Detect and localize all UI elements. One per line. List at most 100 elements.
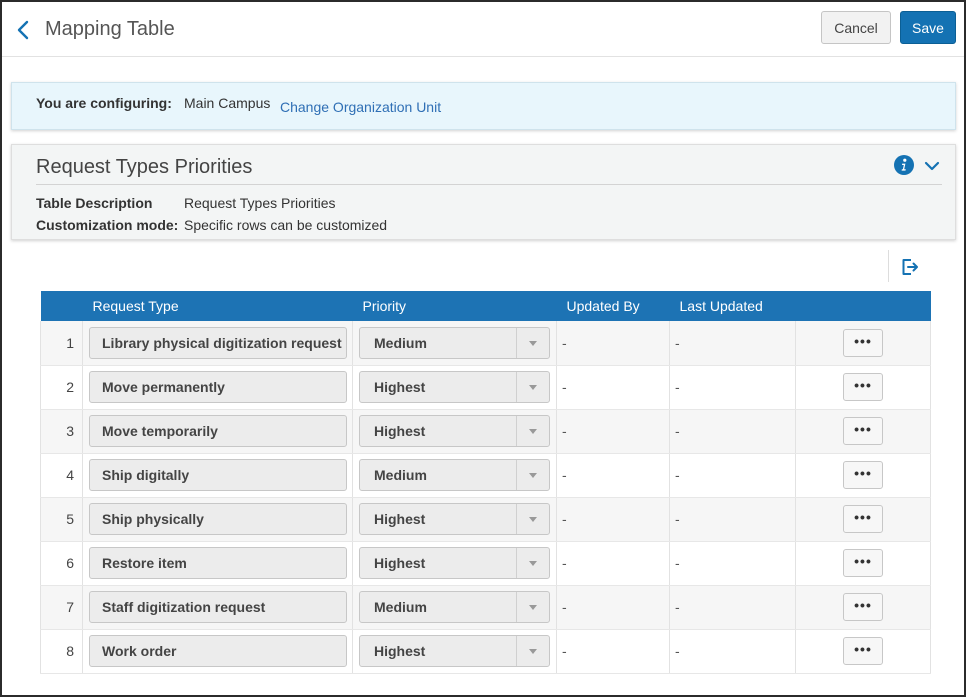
priority-select[interactable]: Highest: [359, 635, 550, 667]
caret-down-icon[interactable]: [516, 372, 549, 402]
chevron-left-icon[interactable]: [14, 18, 34, 42]
request-type-field: Staff digitization request: [89, 591, 347, 623]
column-header-actions: [795, 291, 931, 321]
request-type-field: Library physical digitization request: [89, 326, 347, 359]
table-row: 8 Work order Highest - - •••: [40, 629, 931, 674]
page-title: Mapping Table: [45, 18, 175, 40]
table-row: 3 Move temporarily Highest - - •••: [40, 409, 931, 454]
column-header-updated-by[interactable]: Updated By: [556, 291, 670, 321]
updated-by-cell: -: [556, 321, 670, 366]
last-updated-cell: -: [669, 365, 796, 410]
row-actions-button[interactable]: •••: [843, 328, 883, 357]
updated-by-cell: -: [556, 497, 670, 542]
table-row: 2 Move permanently Highest - - •••: [40, 365, 931, 410]
row-number: 8: [40, 629, 83, 674]
request-type-field: Move permanently: [89, 371, 347, 403]
customization-mode-label: Customization mode:: [36, 217, 179, 233]
table-row: 4 Ship digitally Medium - - •••: [40, 453, 931, 498]
request-type-field: Move temporarily: [89, 415, 347, 447]
caret-down-icon[interactable]: [516, 504, 549, 534]
row-actions-button[interactable]: •••: [843, 505, 883, 533]
updated-by-cell: -: [556, 629, 670, 674]
configuring-banner: You are configuring: Main Campus Change …: [11, 82, 956, 130]
last-updated-cell: -: [669, 453, 796, 498]
priority-value: Highest: [374, 555, 426, 571]
table-description-value: Request Types Priorities: [184, 195, 336, 211]
updated-by-cell: -: [556, 585, 670, 630]
last-updated-cell: -: [669, 541, 796, 586]
last-updated-cell: -: [669, 409, 796, 454]
request-type-field: Ship digitally: [89, 459, 347, 491]
organization-unit-name: Main Campus: [184, 95, 271, 111]
priority-value: Medium: [374, 334, 427, 351]
info-icon[interactable]: [894, 155, 914, 175]
cancel-button[interactable]: Cancel: [821, 11, 891, 44]
updated-by-cell: -: [556, 541, 670, 586]
row-actions-button[interactable]: •••: [843, 593, 883, 621]
panel-divider: [36, 184, 942, 185]
caret-down-icon[interactable]: [516, 592, 549, 622]
row-number: 2: [40, 365, 83, 410]
row-actions-button[interactable]: •••: [843, 549, 883, 577]
row-number: 1: [40, 321, 83, 366]
priority-select[interactable]: Medium: [359, 591, 550, 623]
customization-mode-value: Specific rows can be customized: [184, 217, 388, 233]
panel-title: Request Types Priorities: [36, 156, 253, 178]
mapping-table: Request Type Priority Updated By Last Up…: [40, 291, 931, 674]
priority-value: Highest: [374, 511, 426, 527]
table-row: 5 Ship physically Highest - - •••: [40, 497, 931, 542]
row-number: 4: [40, 453, 83, 498]
request-type-field: Restore item: [89, 547, 347, 579]
updated-by-cell: -: [556, 365, 670, 410]
configuring-label: You are configuring:: [36, 95, 172, 111]
priority-select[interactable]: Highest: [359, 371, 550, 403]
caret-down-icon[interactable]: [516, 416, 549, 446]
row-actions-button[interactable]: •••: [843, 417, 883, 445]
app-window: Mapping Table Cancel Save You are config…: [0, 0, 966, 697]
page-header: Mapping Table Cancel Save: [2, 2, 964, 57]
request-type-field: Ship physically: [89, 503, 347, 535]
row-number: 3: [40, 409, 83, 454]
caret-down-icon[interactable]: [516, 327, 549, 358]
priority-value: Highest: [374, 423, 426, 439]
table-row: 6 Restore item Highest - - •••: [40, 541, 931, 586]
last-updated-cell: -: [669, 321, 796, 366]
save-button[interactable]: Save: [900, 11, 956, 44]
priority-value: Medium: [374, 467, 427, 483]
updated-by-cell: -: [556, 409, 670, 454]
export-icon[interactable]: [900, 257, 920, 277]
priority-select[interactable]: Medium: [359, 459, 550, 491]
last-updated-cell: -: [669, 585, 796, 630]
column-header-priority[interactable]: Priority: [352, 291, 557, 321]
table-header-row: Request Type Priority Updated By Last Up…: [40, 291, 931, 321]
priority-value: Highest: [374, 379, 426, 395]
row-actions-button[interactable]: •••: [843, 373, 883, 401]
last-updated-cell: -: [669, 497, 796, 542]
table-description-panel: Request Types Priorities Table Descripti…: [11, 144, 956, 240]
table-row: 7 Staff digitization request Medium - - …: [40, 585, 931, 630]
priority-select[interactable]: Medium: [359, 326, 550, 359]
toolbar-divider: [888, 250, 889, 282]
caret-down-icon[interactable]: [516, 460, 549, 490]
priority-select[interactable]: Highest: [359, 415, 550, 447]
table-row: 1 Library physical digitization request …: [40, 321, 931, 366]
column-header-last-updated[interactable]: Last Updated: [669, 291, 796, 321]
row-number: 6: [40, 541, 83, 586]
caret-down-icon[interactable]: [516, 548, 549, 578]
column-header-index: [40, 291, 83, 321]
row-actions-button[interactable]: •••: [843, 637, 883, 665]
column-header-request-type[interactable]: Request Type: [82, 291, 353, 321]
table-description-label: Table Description: [36, 195, 153, 211]
priority-value: Highest: [374, 643, 426, 659]
last-updated-cell: -: [669, 629, 796, 674]
priority-value: Medium: [374, 599, 427, 615]
row-actions-button[interactable]: •••: [843, 461, 883, 489]
caret-down-icon[interactable]: [516, 636, 549, 666]
change-organization-unit-link[interactable]: Change Organization Unit: [280, 99, 441, 115]
request-type-field: Work order: [89, 635, 347, 667]
priority-select[interactable]: Highest: [359, 503, 550, 535]
chevron-down-icon[interactable]: [924, 159, 940, 173]
priority-select[interactable]: Highest: [359, 547, 550, 579]
updated-by-cell: -: [556, 453, 670, 498]
row-number: 5: [40, 497, 83, 542]
